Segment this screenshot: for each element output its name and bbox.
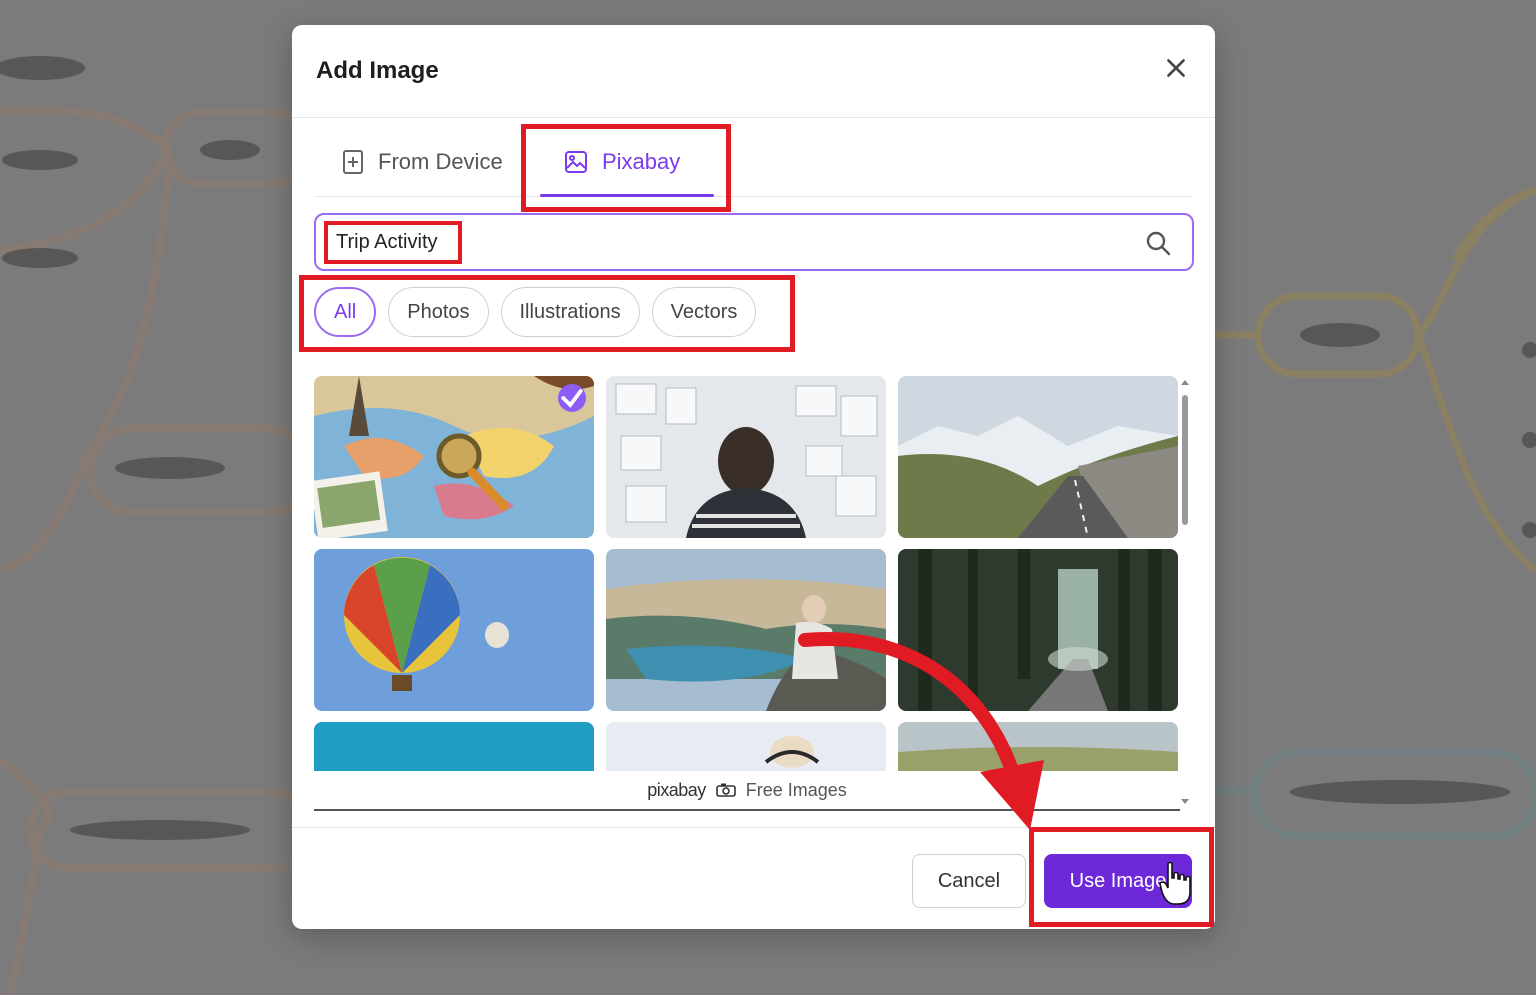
pixabay-attribution: pixabay Free Images [314,771,1180,811]
filter-illustrations[interactable]: Illustrations [500,287,640,337]
cancel-button[interactable]: Cancel [912,854,1026,908]
search-icon[interactable] [1144,229,1172,257]
selected-check-icon [558,384,586,412]
filter-vectors[interactable]: Vectors [651,287,757,337]
filter-photos[interactable]: Photos [388,287,489,337]
dialog-title: Add Image [316,57,439,84]
filter-all[interactable]: All [314,287,377,337]
search-box [314,213,1194,271]
image-thumbnail-forest-road[interactable] [898,549,1178,711]
tab-pixabay[interactable]: Pixabay [564,127,680,197]
dialog-footer: Cancel Use Image [292,827,1215,929]
search-input[interactable] [336,223,1116,261]
use-image-button[interactable]: Use Image [1044,854,1192,908]
close-icon[interactable] [1163,55,1189,81]
scroll-down-icon[interactable] [1180,797,1190,807]
active-tab-indicator [540,194,714,197]
free-images-label: Free Images [745,779,847,800]
source-tabs: From Device Pixabay [316,127,1192,197]
scroll-up-icon[interactable] [1180,377,1190,387]
tab-label: Pixabay [602,149,681,174]
pixabay-logo: pixabay [647,779,706,800]
scrollbar-thumb[interactable] [1182,395,1188,525]
image-thumbnail-balloon[interactable] [314,549,594,711]
image-thumbnail-planning[interactable] [606,376,886,538]
add-image-dialog: Add Image From Device Pixabay Trip Activ… [292,25,1215,929]
dialog-header: Add Image [292,25,1215,118]
tab-from-device[interactable]: From Device [342,127,503,197]
camera-icon [715,783,736,797]
image-icon [565,151,587,173]
tab-label: From Device [378,149,503,174]
type-filters: All Photos Illustrations Vectors [314,287,757,337]
image-thumbnail-map[interactable] [314,376,594,538]
image-thumbnail-mountain-road[interactable] [898,376,1178,538]
results-scrollbar[interactable] [1180,377,1190,809]
file-plus-icon [343,150,363,174]
image-thumbnail-lake-view[interactable] [606,549,886,711]
image-results-grid [314,376,1180,808]
